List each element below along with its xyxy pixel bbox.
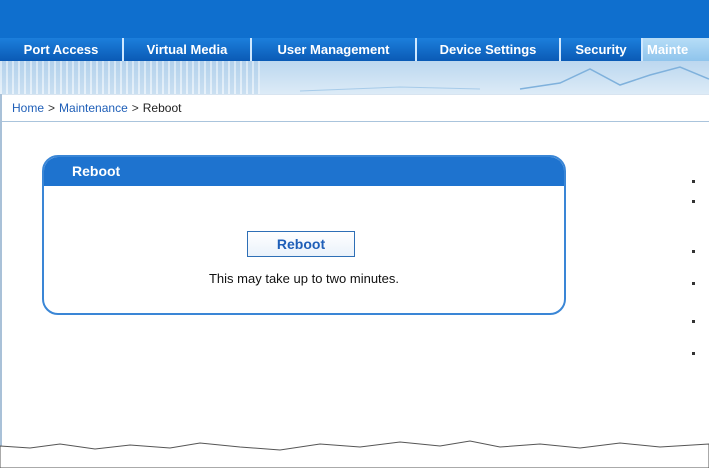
- edge-mark: [692, 200, 695, 203]
- header-wave-graphic: [299, 66, 709, 92]
- reboot-panel: Reboot Reboot This may take up to two mi…: [42, 155, 566, 315]
- edge-mark: [692, 180, 695, 183]
- top-banner: [0, 0, 709, 38]
- edge-mark: [692, 352, 695, 355]
- tab-device-settings[interactable]: Device Settings: [417, 38, 561, 61]
- tab-user-management[interactable]: User Management: [252, 38, 417, 61]
- breadcrumb-maintenance-link[interactable]: Maintenance: [59, 101, 128, 115]
- tab-port-access[interactable]: Port Access: [0, 38, 124, 61]
- torn-edge-graphic: [0, 440, 709, 468]
- tab-virtual-media[interactable]: Virtual Media: [124, 38, 252, 61]
- breadcrumb-home-link[interactable]: Home: [12, 101, 44, 115]
- edge-mark: [692, 282, 695, 285]
- reboot-button[interactable]: Reboot: [247, 231, 355, 257]
- breadcrumb-trail: Home > Maintenance > Reboot: [12, 95, 181, 121]
- breadcrumb-separator: >: [131, 101, 139, 115]
- breadcrumb: Home > Maintenance > Reboot: [0, 94, 709, 122]
- content-left-border: [0, 94, 2, 454]
- edge-mark: [692, 320, 695, 323]
- tab-maintenance[interactable]: Mainte: [643, 38, 709, 61]
- edge-mark: [692, 250, 695, 253]
- header-decoration: [0, 61, 709, 94]
- breadcrumb-separator: >: [48, 101, 56, 115]
- panel-title: Reboot: [44, 157, 564, 186]
- tab-security[interactable]: Security: [561, 38, 643, 61]
- page: Port Access Virtual Media User Managemen…: [0, 0, 709, 468]
- reboot-note: This may take up to two minutes.: [208, 271, 400, 286]
- breadcrumb-current: Reboot: [142, 101, 182, 115]
